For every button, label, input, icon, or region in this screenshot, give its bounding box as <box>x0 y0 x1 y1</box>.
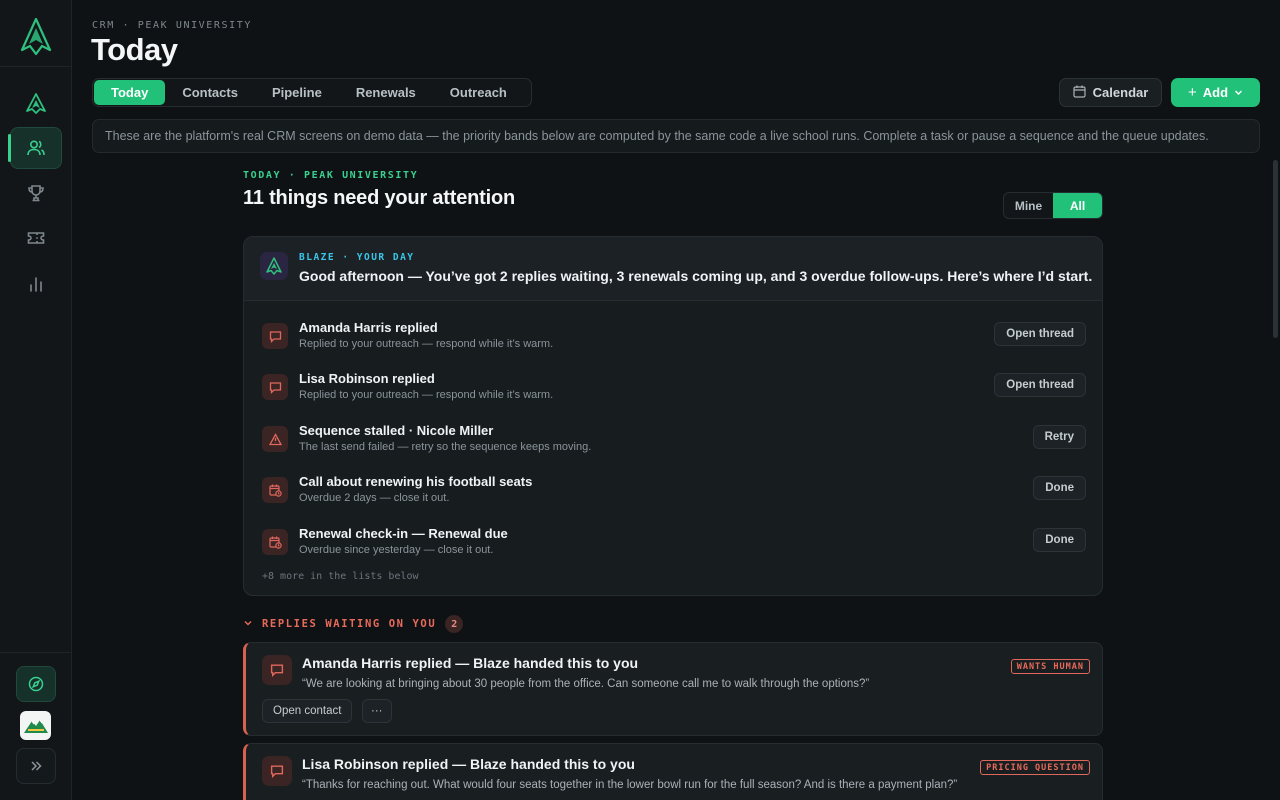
task-title: Renewal check-in — Renewal due <box>299 526 508 541</box>
chevron-down-icon <box>243 618 253 631</box>
calendar-button-label: Calendar <box>1092 85 1149 100</box>
toggle-mine[interactable]: Mine <box>1004 193 1053 218</box>
blaze-avatar-icon <box>260 252 288 280</box>
task-row[interactable]: Renewal check-in — Renewal due Overdue s… <box>244 521 1102 565</box>
calendar-icon <box>1073 85 1086 101</box>
reply-title: Lisa Robinson replied — Blaze handed thi… <box>302 756 635 772</box>
tab-contacts[interactable]: Contacts <box>165 80 255 105</box>
task-row[interactable]: Call about renewing his football seats O… <box>244 469 1102 513</box>
done-button[interactable]: Done <box>1033 476 1086 500</box>
tab-outreach[interactable]: Outreach <box>433 80 524 105</box>
scrollbar[interactable] <box>1273 160 1278 338</box>
trophy-icon[interactable] <box>14 173 58 213</box>
logo-icon[interactable] <box>14 16 58 56</box>
tab-today[interactable]: Today <box>94 80 166 105</box>
section-eyebrow: TODAY · PEAK UNIVERSITY <box>243 170 419 181</box>
blaze-day-card: BLAZE · YOUR DAY Good afternoon — You’ve… <box>243 236 1103 596</box>
open-thread-button[interactable]: Open thread <box>994 322 1086 346</box>
sidebar <box>0 0 72 800</box>
task-subtitle: The last send failed — retry so the sequ… <box>299 441 592 453</box>
reply-quote: “Thanks for reaching out. What would fou… <box>302 779 958 791</box>
home-icon[interactable] <box>14 83 58 123</box>
add-button-label: Add <box>1202 85 1229 100</box>
chevron-down-icon <box>1234 85 1243 100</box>
done-button[interactable]: Done <box>1033 528 1086 552</box>
toggle-all[interactable]: All <box>1053 193 1102 218</box>
task-row[interactable]: Sequence stalled · Nicole Miller The las… <box>244 418 1102 462</box>
status-badge: WANTS HUMAN <box>1010 659 1090 674</box>
contacts-icon[interactable] <box>8 127 62 169</box>
task-row[interactable]: Lisa Robinson replied Replied to your ou… <box>244 366 1102 410</box>
open-contact-button[interactable]: Open contact <box>262 699 353 723</box>
blaze-header: BLAZE · YOUR DAY Good afternoon — You’ve… <box>244 237 1102 301</box>
more-options-button[interactable]: ··· <box>362 699 392 723</box>
task-subtitle: Overdue since yesterday — close it out. <box>299 544 494 556</box>
replies-section-header[interactable]: REPLIES WAITING ON YOU 2 <box>243 615 464 633</box>
blaze-eyebrow: BLAZE · YOUR DAY <box>299 252 415 263</box>
calendar-clock-icon <box>262 529 288 555</box>
chat-icon <box>262 374 288 400</box>
task-title: Sequence stalled · Nicole Miller <box>299 423 494 438</box>
more-note: +8 more in the lists below <box>262 571 419 582</box>
attention-headline: 11 things need your attention <box>243 187 516 209</box>
calendar-clock-icon <box>262 477 288 503</box>
add-button[interactable]: + Add <box>1171 78 1260 107</box>
tab-bar: Today Contacts Pipeline Renewals Outreac… <box>92 78 532 107</box>
reply-card[interactable]: Amanda Harris replied — Blaze handed thi… <box>243 642 1103 736</box>
school-logo[interactable] <box>20 711 51 740</box>
tab-pipeline[interactable]: Pipeline <box>255 80 339 105</box>
chart-icon[interactable] <box>14 264 58 304</box>
blaze-message: Good afternoon — You’ve got 2 replies wa… <box>299 268 1093 284</box>
page-title: Today <box>91 32 178 67</box>
expand-icon[interactable] <box>16 748 56 784</box>
replies-section-label: REPLIES WAITING ON YOU <box>262 618 437 630</box>
scope-toggle: Mine All <box>1003 192 1103 219</box>
warning-icon <box>262 426 288 452</box>
retry-button[interactable]: Retry <box>1032 425 1086 449</box>
breadcrumb: CRM · PEAK UNIVERSITY <box>92 20 253 31</box>
chat-icon <box>262 655 292 685</box>
chat-icon <box>262 323 288 349</box>
open-thread-button[interactable]: Open thread <box>994 373 1086 397</box>
task-subtitle: Overdue 2 days — close it out. <box>299 492 450 504</box>
task-row[interactable]: Amanda Harris replied Replied to your ou… <box>244 315 1102 359</box>
calendar-button[interactable]: Calendar <box>1059 78 1162 107</box>
chat-icon <box>262 756 292 786</box>
info-banner: These are the platform's real CRM screen… <box>92 119 1260 153</box>
task-subtitle: Replied to your outreach — respond while… <box>299 338 554 350</box>
sidebar-divider-bottom <box>0 652 72 653</box>
compass-icon[interactable] <box>16 666 56 702</box>
status-badge: PRICING QUESTION <box>980 760 1090 775</box>
reply-title: Amanda Harris replied — Blaze handed thi… <box>302 655 639 671</box>
tab-renewals[interactable]: Renewals <box>339 80 433 105</box>
task-subtitle: Replied to your outreach — respond while… <box>299 389 554 401</box>
main-content: TODAY · PEAK UNIVERSITY 11 things need y… <box>243 170 1103 800</box>
task-title: Call about renewing his football seats <box>299 474 533 489</box>
reply-card[interactable]: Lisa Robinson replied — Blaze handed thi… <box>243 743 1103 800</box>
task-title: Amanda Harris replied <box>299 320 438 335</box>
replies-count-badge: 2 <box>445 615 464 633</box>
reply-quote: “We are looking at bringing about 30 peo… <box>302 678 870 690</box>
sidebar-divider <box>0 66 72 67</box>
plus-icon: + <box>1187 84 1197 101</box>
ticket-icon[interactable] <box>14 218 58 258</box>
task-title: Lisa Robinson replied <box>299 371 435 386</box>
